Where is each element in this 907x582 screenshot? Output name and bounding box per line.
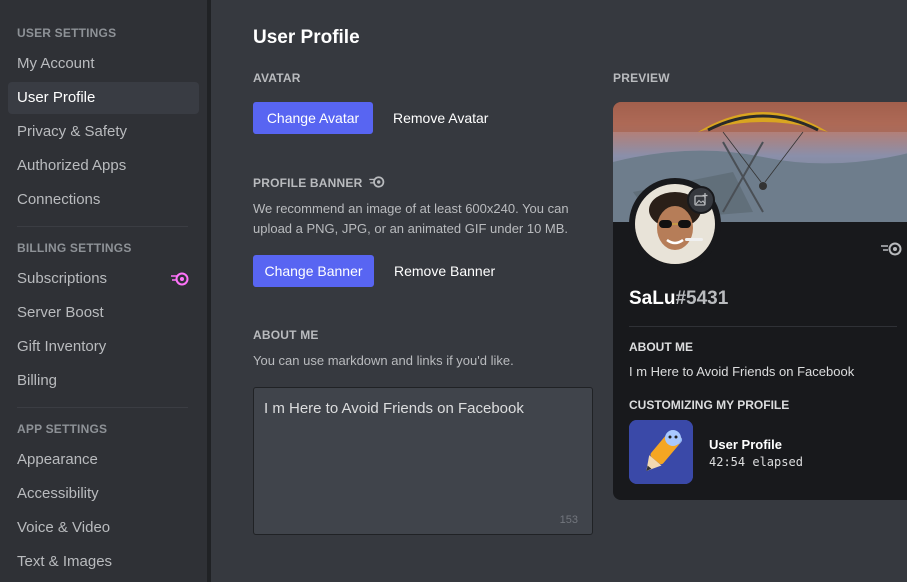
card-divider (629, 326, 897, 327)
sidebar-item-billing[interactable]: Billing (8, 365, 199, 397)
sidebar-item-label: Subscriptions (17, 270, 108, 287)
sidebar-item-text-images[interactable]: Text & Images (8, 546, 199, 578)
page-title: User Profile (253, 27, 360, 48)
billing-settings-header: BILLING SETTINGS (17, 241, 132, 255)
nitro-badge-icon (881, 242, 902, 256)
settings-sidebar: USER SETTINGS My Account User Profile Pr… (0, 0, 207, 582)
remove-avatar-button[interactable]: Remove Avatar (393, 102, 488, 134)
discriminator: #5431 (675, 288, 729, 309)
sidebar-item-authorized-apps[interactable]: Authorized Apps (8, 150, 199, 182)
activity-artwork (629, 420, 693, 484)
sidebar-item-subscriptions[interactable]: Subscriptions (8, 263, 199, 295)
username-text: SaLu (629, 288, 676, 309)
change-avatar-button[interactable]: Change Avatar (253, 102, 373, 134)
image-add-icon (694, 193, 708, 206)
about-me-textarea[interactable]: I m Here to Avoid Friends on Facebook 15… (253, 387, 593, 535)
sidebar-divider (17, 407, 188, 408)
sidebar-item-my-account[interactable]: My Account (8, 48, 199, 80)
sidebar-item-appearance[interactable]: Appearance (8, 444, 199, 476)
about-me-label: ABOUT ME (253, 328, 319, 342)
sidebar-item-accessibility[interactable]: Accessibility (8, 478, 199, 510)
remove-banner-button[interactable]: Remove Banner (394, 255, 495, 287)
change-avatar-icon[interactable] (687, 186, 715, 214)
character-counter: 153 (559, 514, 578, 526)
profile-banner-label-text: PROFILE BANNER (253, 176, 363, 190)
banner-description-line: We recommend an image of at least 600x24… (253, 201, 569, 216)
activity-elapsed-time: 42:54 elapsed (709, 455, 803, 469)
banner-description: We recommend an image of at least 600x24… (253, 199, 569, 239)
activity-label: CUSTOMIZING MY PROFILE (629, 398, 790, 412)
sidebar-item-voice-video[interactable]: Voice & Video (8, 512, 199, 544)
preview-about-me-label: ABOUT ME (629, 340, 693, 354)
activity-title: User Profile (709, 437, 782, 452)
sidebar-item-user-profile[interactable]: User Profile (8, 82, 199, 114)
about-me-value: I m Here to Avoid Friends on Facebook (264, 400, 524, 417)
preview-username: SaLu#5431 (629, 288, 728, 310)
app-settings-header: APP SETTINGS (17, 422, 108, 436)
preview-about-me-text: I m Here to Avoid Friends on Facebook (629, 364, 855, 379)
avatar-section-label: AVATAR (253, 71, 301, 85)
sidebar-item-server-boost[interactable]: Server Boost (8, 297, 199, 329)
nitro-icon (369, 176, 385, 188)
sidebar-item-connections[interactable]: Connections (8, 184, 199, 216)
preview-label: PREVIEW (613, 71, 670, 85)
nitro-icon (171, 272, 189, 286)
change-banner-button[interactable]: Change Banner (253, 255, 374, 287)
banner-description-line: upload a PNG, JPG, or an animated GIF un… (253, 221, 569, 236)
sidebar-item-gift-inventory[interactable]: Gift Inventory (8, 331, 199, 363)
sidebar-divider (17, 226, 188, 227)
user-profile-panel: User Profile AVATAR Change Avatar Remove… (211, 0, 907, 582)
sidebar-item-privacy-safety[interactable]: Privacy & Safety (8, 116, 199, 148)
user-settings-header: USER SETTINGS (17, 26, 117, 40)
profile-banner-label: PROFILE BANNER (253, 176, 385, 190)
pencil-icon (629, 420, 693, 484)
about-me-description: You can use markdown and links if you'd … (253, 353, 514, 368)
profile-preview-card: SaLu#5431 ABOUT ME I m Here to Avoid Fri… (613, 102, 907, 500)
